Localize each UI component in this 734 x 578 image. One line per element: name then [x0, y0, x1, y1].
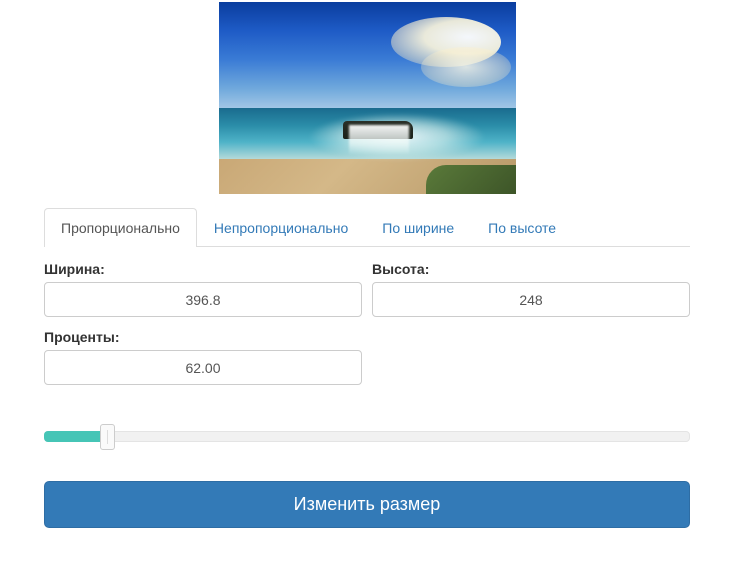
slider-track	[44, 431, 690, 442]
form-area: Ширина: Высота: Проценты:	[0, 247, 734, 385]
tab-nonproportional[interactable]: Непропорционально	[197, 208, 365, 247]
submit-area: Изменить размер	[44, 481, 690, 528]
tab-by-width[interactable]: По ширине	[365, 208, 471, 247]
percent-field: Проценты:	[44, 329, 362, 385]
slider-handle[interactable]	[100, 424, 115, 450]
width-input[interactable]	[44, 282, 362, 317]
slider-fill	[44, 431, 106, 442]
preview-image	[219, 2, 516, 194]
tabs: Пропорционально Непропорционально По шир…	[44, 208, 690, 247]
height-field: Высота:	[372, 261, 690, 317]
resize-panel: Пропорционально Непропорционально По шир…	[0, 0, 734, 528]
percent-input[interactable]	[44, 350, 362, 385]
resize-button[interactable]: Изменить размер	[44, 481, 690, 528]
height-label: Высота:	[372, 261, 690, 277]
tab-by-height[interactable]: По высоте	[471, 208, 573, 247]
width-label: Ширина:	[44, 261, 362, 277]
preview-area	[0, 0, 734, 208]
percent-slider[interactable]	[44, 417, 690, 453]
width-field: Ширина:	[44, 261, 362, 317]
percent-label: Проценты:	[44, 329, 362, 345]
tab-proportional[interactable]: Пропорционально	[44, 208, 197, 247]
height-input[interactable]	[372, 282, 690, 317]
